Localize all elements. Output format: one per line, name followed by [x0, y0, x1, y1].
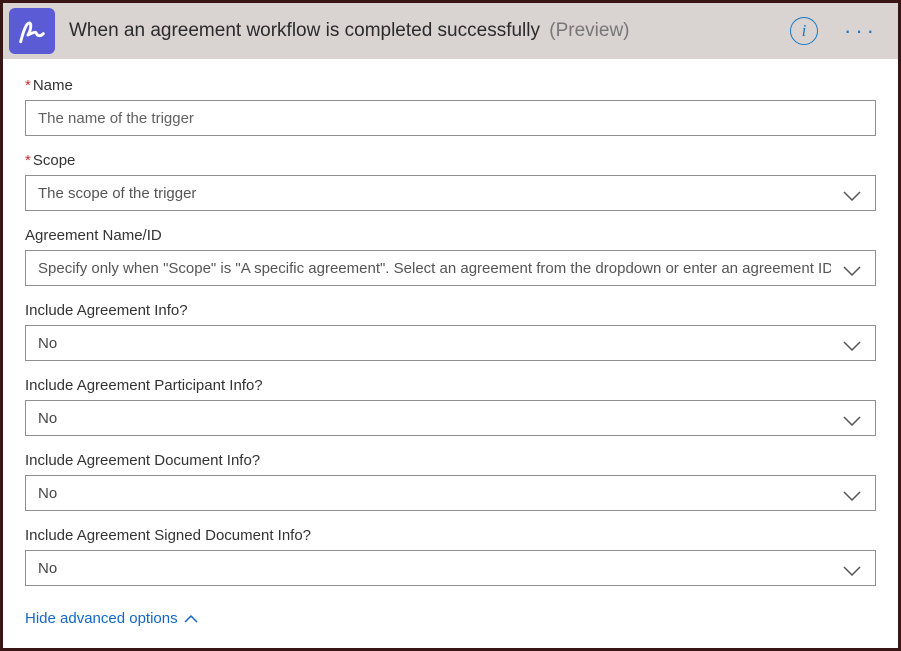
field-include-participant: Include Agreement Participant Info? No — [25, 377, 876, 436]
field-agreement: Agreement Name/ID Specify only when "Sco… — [25, 227, 876, 286]
agreement-select[interactable]: Specify only when "Scope" is "A specific… — [25, 250, 876, 286]
field-include-signed: Include Agreement Signed Document Info? … — [25, 527, 876, 586]
scope-select[interactable]: The scope of the trigger — [25, 175, 876, 211]
chevron-down-icon — [843, 338, 861, 348]
info-button[interactable]: i — [790, 17, 818, 45]
chevron-down-icon — [843, 488, 861, 498]
include-info-select[interactable]: No — [25, 325, 876, 361]
field-scope: *Scope The scope of the trigger — [25, 152, 876, 211]
adobe-sign-icon — [9, 8, 55, 54]
field-include-document: Include Agreement Document Info? No — [25, 452, 876, 511]
chevron-down-icon — [843, 188, 861, 198]
include-signed-select[interactable]: No — [25, 550, 876, 586]
chevron-down-icon — [843, 413, 861, 423]
include-participant-select[interactable]: No — [25, 400, 876, 436]
field-include-info: Include Agreement Info? No — [25, 302, 876, 361]
name-label: *Name — [25, 77, 876, 94]
card-title: When an agreement workflow is completed … — [69, 20, 790, 42]
include-signed-label: Include Agreement Signed Document Info? — [25, 527, 876, 544]
include-participant-label: Include Agreement Participant Info? — [25, 377, 876, 394]
chevron-down-icon — [843, 263, 861, 273]
include-info-label: Include Agreement Info? — [25, 302, 876, 319]
form-body: *Name *Scope The scope of the trigger Ag… — [3, 59, 898, 638]
chevron-up-icon — [184, 614, 198, 623]
scope-label: *Scope — [25, 152, 876, 169]
include-document-label: Include Agreement Document Info? — [25, 452, 876, 469]
field-name: *Name — [25, 77, 876, 136]
agreement-label: Agreement Name/ID — [25, 227, 876, 244]
name-input[interactable] — [25, 100, 876, 136]
include-document-select[interactable]: No — [25, 475, 876, 511]
title-text: When an agreement workflow is completed … — [69, 20, 540, 41]
hide-advanced-options-link[interactable]: Hide advanced options — [25, 610, 198, 627]
title-suffix: (Preview) — [549, 20, 629, 41]
card-header: When an agreement workflow is completed … — [3, 3, 898, 59]
chevron-down-icon — [843, 563, 861, 573]
more-menu-button[interactable]: ··· — [840, 18, 882, 44]
